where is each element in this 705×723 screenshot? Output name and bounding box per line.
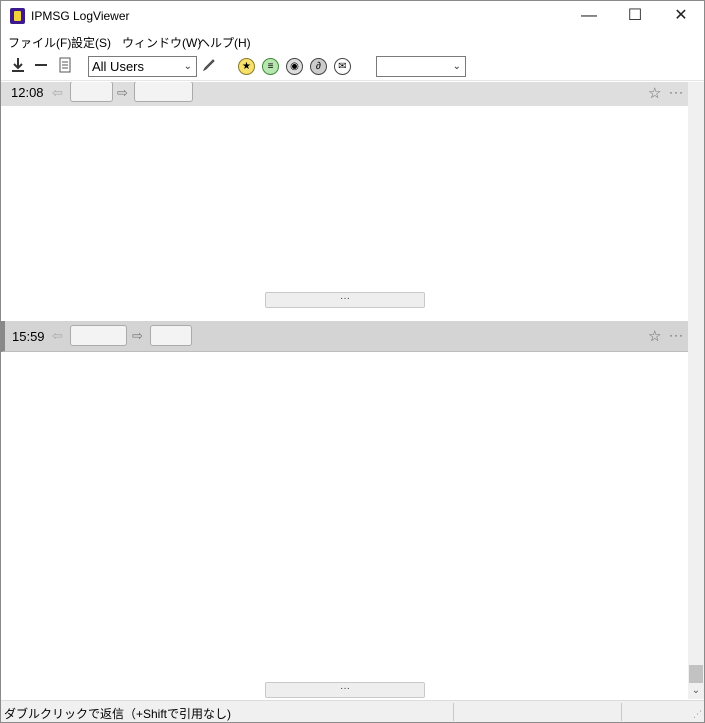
chevron-down-icon: ⌄	[183, 61, 192, 72]
menu-help[interactable]: ヘルプ(H)	[198, 34, 251, 51]
expand-button[interactable]: ···	[265, 292, 425, 308]
attachment-filter-icon[interactable]: ∂	[310, 58, 327, 75]
comment-filter-icon[interactable]: ≡	[262, 58, 279, 75]
edit-pencil-icon[interactable]	[200, 57, 218, 75]
entry-time: 15:59	[12, 329, 45, 344]
title-bar: IPMSG LogViewer — ☐ ✕	[1, 1, 704, 31]
maximize-button[interactable]: ☐	[612, 1, 658, 31]
menu-bar: ファイル(F) 設定(S) ウィンドウ(W) ヘルプ(H)	[1, 31, 704, 52]
scrollbar-thumb[interactable]	[689, 665, 703, 683]
status-divider	[621, 703, 622, 721]
menu-file[interactable]: ファイル(F)	[8, 34, 71, 51]
status-text: ダブルクリックで返信（+Shiftで引用なし)	[4, 707, 232, 721]
memo-icon[interactable]	[56, 57, 74, 75]
status-divider	[453, 703, 454, 721]
mail-filter-icon[interactable]: ✉	[334, 58, 351, 75]
collapse-icon[interactable]	[32, 57, 50, 75]
menu-window[interactable]: ウィンドウ(W)	[122, 34, 201, 51]
app-icon	[10, 8, 25, 24]
receiver-box	[150, 325, 192, 346]
image-filter-icon[interactable]: ◉	[286, 58, 303, 75]
log-view: 12:08 ⇦ ⇨ ☆ ··· ··· 15:59 ⇦ ⇨ ☆ ··· ···	[1, 82, 688, 699]
more-icon[interactable]: ···	[669, 328, 684, 342]
right-arrow-icon: ⇨	[117, 85, 128, 100]
more-icon[interactable]: ···	[669, 85, 684, 99]
status-bar: ダブルクリックで返信（+Shiftで引用なし) ⋰	[1, 700, 704, 722]
scroll-down-icon[interactable]: ⌄	[688, 683, 704, 699]
expand-button[interactable]: ···	[265, 682, 425, 698]
left-arrow-icon: ⇦	[52, 328, 63, 343]
window-title: IPMSG LogViewer	[31, 9, 130, 23]
entry-time: 12:08	[11, 85, 44, 100]
star-icon[interactable]: ☆	[648, 327, 661, 345]
toolbar: All Users ⌄ ★ ≡ ◉ ∂ ✉ ⌄	[1, 52, 704, 81]
download-icon[interactable]	[9, 57, 27, 75]
user-filter-select[interactable]: All Users ⌄	[88, 56, 197, 77]
star-icon[interactable]: ☆	[648, 84, 661, 102]
user-filter-value: All Users	[92, 59, 145, 74]
star-filter-icon[interactable]: ★	[238, 58, 255, 75]
app-window: IPMSG LogViewer — ☐ ✕ ファイル(F) 設定(S) ウィンド…	[0, 0, 705, 723]
resize-grip-icon[interactable]: ⋰	[693, 709, 702, 720]
close-button[interactable]: ✕	[658, 1, 704, 31]
left-arrow-icon: ⇦	[52, 85, 63, 100]
search-combo[interactable]: ⌄	[376, 56, 466, 77]
sender-box	[70, 82, 113, 102]
chevron-down-icon: ⌄	[452, 61, 461, 72]
right-arrow-icon: ⇨	[132, 328, 143, 343]
entry-header[interactable]: 15:59 ⇦ ⇨ ☆ ···	[1, 321, 688, 352]
minimize-button[interactable]: —	[566, 1, 612, 31]
sender-box	[70, 325, 127, 346]
menu-settings[interactable]: 設定(S)	[71, 34, 111, 51]
entry-header[interactable]: 12:08 ⇦ ⇨ ☆ ···	[1, 82, 688, 106]
receiver-box	[134, 82, 193, 102]
vertical-scrollbar[interactable]: ⌄	[688, 82, 704, 699]
